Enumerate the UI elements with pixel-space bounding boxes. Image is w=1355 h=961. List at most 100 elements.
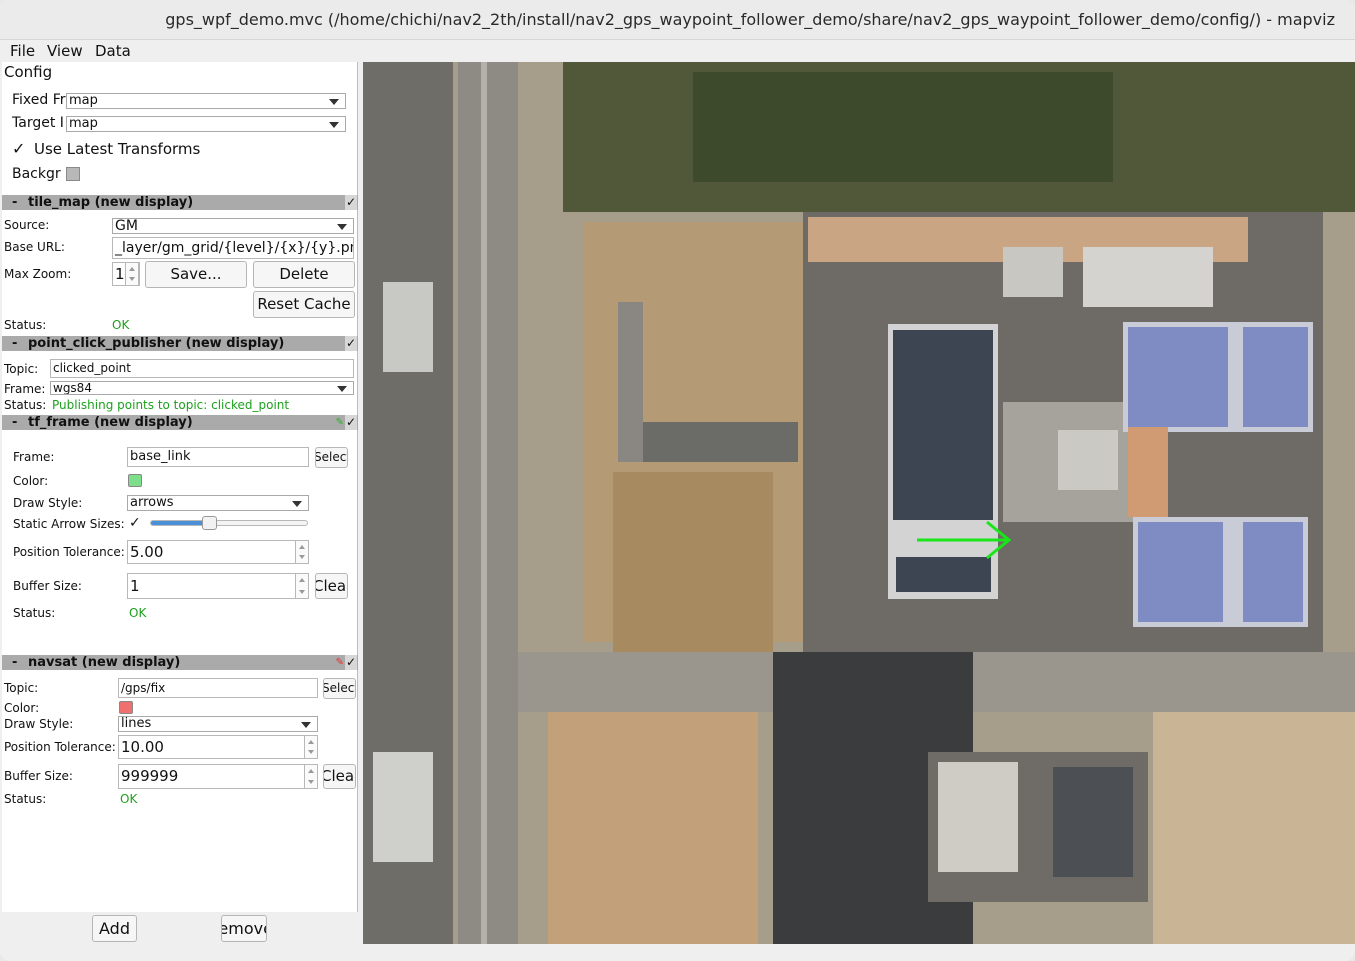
tf-frame-frame-input[interactable]: base_link <box>127 447 309 467</box>
tf-frame-color-swatch[interactable] <box>128 474 142 487</box>
pcp-topic-label: Topic: <box>4 362 39 376</box>
navsat-draw-style-select[interactable]: lines <box>118 716 318 732</box>
tf-frame-frame-label: Frame: <box>13 450 55 464</box>
tile-map-max-zoom-value: 1 <box>115 265 125 283</box>
menu-view[interactable]: View <box>47 42 83 60</box>
pcp-topic-input[interactable]: clicked_point <box>50 359 354 378</box>
navsat-clear-button[interactable]: Clear <box>323 764 356 789</box>
tile-map-base-url-input[interactable]: _layer/gm_grid/{level}/{x}/{y}.png <box>112 237 354 259</box>
point-click-publisher-header[interactable]: - point_click_publisher (new display) ✓ <box>2 336 358 351</box>
tf-frame-draw-style-label: Draw Style: <box>13 496 83 510</box>
navsat-color-label: Color: <box>4 701 40 715</box>
navsat-draw-style-value: lines <box>121 716 152 731</box>
menu-file[interactable]: File <box>10 42 35 60</box>
navsat-color-swatch[interactable] <box>119 701 133 714</box>
mapviz-window: gps_wpf_demo.mvc (/home/chichi/nav2_2th/… <box>0 0 1355 961</box>
tf-frame-enable-checkbox[interactable]: ✓ <box>345 415 357 430</box>
spin-arrows-icon[interactable] <box>295 574 308 598</box>
tf-frame-title: tf_frame (new display) <box>28 415 193 430</box>
fixed-frame-label: Fixed Fr <box>12 92 66 108</box>
pcp-status-label: Status: <box>4 398 47 412</box>
spin-arrows-icon[interactable] <box>304 736 317 758</box>
edit-icon: ✎ <box>335 657 344 668</box>
tf-frame-static-arrow-checkbox[interactable]: ✓ <box>129 515 141 531</box>
chevron-down-icon <box>329 99 339 105</box>
tile-map-status-value: OK <box>112 318 130 332</box>
tile-map-title: tile_map (new display) <box>28 195 194 210</box>
navsat-position-tolerance-input[interactable]: 10.00 <box>118 735 318 759</box>
tf-frame-buffer-size-label: Buffer Size: <box>13 579 82 593</box>
navsat-buffer-size-label: Buffer Size: <box>4 769 73 783</box>
tile-map-save-button[interactable]: Save... <box>145 261 247 288</box>
navsat-buffer-size-input[interactable]: 999999 <box>118 764 318 789</box>
edit-icon: ✎ <box>335 417 344 428</box>
satellite-map <box>363 62 1355 944</box>
tf-frame-select-button[interactable]: Select <box>315 447 348 468</box>
add-button[interactable]: Add <box>92 915 137 942</box>
navsat-select-button[interactable]: Select <box>323 678 356 699</box>
fixed-frame-select[interactable]: map <box>66 93 346 109</box>
navsat-status-label: Status: <box>4 792 47 806</box>
use-latest-transforms-checkbox[interactable]: ✓ <box>12 139 25 158</box>
chevron-down-icon <box>301 722 311 728</box>
tf-frame-status-label: Status: <box>13 606 56 620</box>
config-panel: Config Fixed Fr map Target I map ✓ Use L… <box>2 62 358 912</box>
tf-frame-position-tolerance-label: Position Tolerance: <box>13 545 125 559</box>
tf-frame-static-arrow-label: Static Arrow Sizes: <box>13 517 125 531</box>
navsat-topic-input[interactable]: /gps/fix <box>118 678 318 698</box>
chevron-down-icon <box>329 122 339 128</box>
tile-map-source-select[interactable]: GM <box>112 218 354 234</box>
tf-frame-clear-button[interactable]: Clear <box>315 573 348 599</box>
map-canvas[interactable] <box>363 62 1355 944</box>
spin-arrows-icon[interactable] <box>304 765 317 788</box>
pcp-frame-value: wgs84 <box>53 381 92 395</box>
navsat-position-tolerance-label: Position Tolerance: <box>4 740 116 754</box>
pcp-frame-label: Frame: <box>4 382 46 396</box>
chevron-down-icon <box>337 224 347 230</box>
tf-frame-draw-style-value: arrows <box>130 495 174 510</box>
remove-button[interactable]: Remove <box>221 915 267 942</box>
tf-frame-arrow-size-slider[interactable] <box>150 516 308 530</box>
navsat-buffer-size-value: 999999 <box>121 767 179 785</box>
menu-data[interactable]: Data <box>95 42 131 60</box>
tf-frame-buffer-size-input[interactable]: 1 <box>127 573 309 599</box>
menu-bar: File View Data <box>0 40 1355 62</box>
point-click-publisher-enable-checkbox[interactable]: ✓ <box>345 336 357 351</box>
tile-map-enable-checkbox[interactable]: ✓ <box>345 195 357 210</box>
tile-map-header[interactable]: - tile_map (new display) ✓ <box>2 195 358 210</box>
chevron-down-icon <box>292 501 302 507</box>
tf-frame-color-label: Color: <box>13 474 49 488</box>
tile-map-status-label: Status: <box>4 318 47 332</box>
fixed-frame-value: map <box>69 93 98 108</box>
window-title: gps_wpf_demo.mvc (/home/chichi/nav2_2th/… <box>165 10 1335 29</box>
tile-map-max-zoom-input[interactable]: 1 <box>112 262 140 286</box>
tile-map-source-value: GM <box>115 218 138 234</box>
tile-map-base-url-label: Base URL: <box>4 240 65 254</box>
tf-frame-header[interactable]: - tf_frame (new display) ✎ ✓ <box>2 415 358 430</box>
slider-fill <box>151 521 204 525</box>
tile-map-delete-button[interactable]: Delete <box>253 261 355 288</box>
tile-map-max-zoom-label: Max Zoom: <box>4 267 72 281</box>
pcp-status-value: Publishing points to topic: clicked_poin… <box>52 398 290 412</box>
config-header: Config <box>4 63 53 81</box>
navsat-title: navsat (new display) <box>28 655 181 670</box>
background-color-button[interactable] <box>66 167 80 181</box>
spin-arrows-icon[interactable] <box>295 541 308 563</box>
chevron-down-icon <box>337 386 347 392</box>
target-frame-select[interactable]: map <box>66 116 346 132</box>
use-latest-transforms-label: Use Latest Transforms <box>34 140 201 158</box>
tf-frame-position-tolerance-input[interactable]: 5.00 <box>127 540 309 564</box>
slider-handle[interactable] <box>202 516 217 530</box>
title-bar[interactable]: gps_wpf_demo.mvc (/home/chichi/nav2_2th/… <box>0 0 1355 40</box>
tf-frame-status-value: OK <box>129 606 147 620</box>
tf-frame-draw-style-select[interactable]: arrows <box>127 495 309 511</box>
tile-map-reset-cache-button[interactable]: Reset Cache <box>253 291 355 318</box>
navsat-enable-checkbox[interactable]: ✓ <box>345 655 357 670</box>
target-frame-value: map <box>69 116 98 131</box>
tile-map-source-label: Source: <box>4 218 50 232</box>
target-frame-label: Target I <box>12 115 64 131</box>
navsat-status-value: OK <box>120 792 138 806</box>
navsat-header[interactable]: - navsat (new display) ✎ ✓ <box>2 655 358 670</box>
spin-arrows-icon[interactable] <box>125 263 139 285</box>
pcp-frame-select[interactable]: wgs84 <box>50 381 354 395</box>
